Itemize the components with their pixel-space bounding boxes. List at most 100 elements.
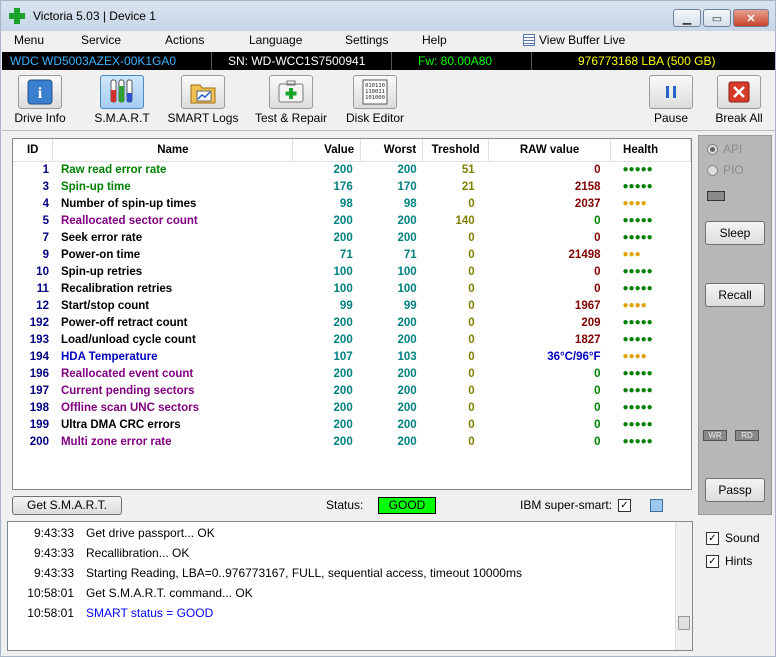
info-icon: i xyxy=(18,75,62,109)
sleep-button[interactable]: Sleep xyxy=(705,221,765,245)
col-header-threshold[interactable]: Treshold xyxy=(422,139,490,162)
attr-worst: 200 xyxy=(397,333,417,346)
attr-raw-value: 209 xyxy=(581,316,601,329)
log-time: 10:58:01 xyxy=(27,606,74,620)
attr-value: 200 xyxy=(333,418,353,431)
hints-checkbox[interactable]: ✓ xyxy=(706,554,719,568)
attr-value: 200 xyxy=(333,333,353,346)
scrollbar-thumb[interactable] xyxy=(678,616,690,630)
table-row[interactable]: 194 HDA Temperature 107 103 0 36°C/96°F ●●●● xyxy=(13,348,691,365)
table-row[interactable]: 5 Reallocated sector count 200 200 140 0 ●●●●● xyxy=(13,212,691,229)
attr-health: ●●●●● xyxy=(622,385,653,396)
attr-raw-value: 2037 xyxy=(574,197,601,210)
status-bar: Get S.M.A.R.T. Status: GOOD IBM super-sm… xyxy=(12,494,692,516)
attr-worst: 200 xyxy=(397,435,417,448)
menu-language[interactable]: Language xyxy=(249,33,302,47)
table-row[interactable]: 10 Spin-up retries 100 100 0 0 ●●●●● xyxy=(13,263,691,280)
attr-value: 200 xyxy=(333,214,353,227)
recall-button[interactable]: Recall xyxy=(705,283,765,307)
passp-button[interactable]: Passp xyxy=(705,478,765,502)
menu-service[interactable]: Service xyxy=(81,33,121,47)
attr-value: 200 xyxy=(333,316,353,329)
attr-name: Seek error rate xyxy=(60,231,143,244)
col-header-value[interactable]: Value xyxy=(292,139,362,162)
table-row[interactable]: 7 Seek error rate 200 200 0 0 ●●●●● xyxy=(13,229,691,246)
attr-health: ●●●●● xyxy=(622,164,653,176)
sound-checkbox[interactable]: ✓ xyxy=(706,531,719,545)
table-row[interactable]: 196 Reallocated event count 200 200 0 0 ●●●●● xyxy=(13,365,691,382)
pio-label: PIO xyxy=(723,163,744,177)
table-row[interactable]: 199 Ultra DMA CRC errors 200 200 0 0 ●●●●● xyxy=(13,416,691,433)
table-row[interactable]: 200 Multi zone error rate 200 200 0 0 ●●●●● xyxy=(13,433,691,450)
maximize-button[interactable]: ▭ xyxy=(703,9,731,27)
attr-threshold: 0 xyxy=(468,435,475,448)
col-header-health[interactable]: Health xyxy=(610,139,691,162)
attr-raw-value: 1827 xyxy=(574,333,601,346)
attr-worst: 99 xyxy=(403,299,417,312)
table-row[interactable]: 192 Power-off retract count 200 200 0 209 ●●●●… xyxy=(13,314,691,331)
close-button[interactable]: ✕ xyxy=(733,9,769,27)
api-radio[interactable]: API xyxy=(707,142,742,156)
color-indicator-icon[interactable] xyxy=(650,498,663,512)
col-header-id[interactable]: ID xyxy=(13,139,54,162)
table-row[interactable]: 4 Number of spin-up times 98 98 0 2037 ●●●● xyxy=(13,195,691,212)
attr-value: 200 xyxy=(333,163,353,176)
menu-actions[interactable]: Actions xyxy=(165,33,204,47)
table-row[interactable]: 1 Raw read error rate 200 200 51 0 ●●●●● xyxy=(13,161,691,178)
pause-label: Pause xyxy=(653,111,689,125)
ibm-super-smart-checkbox[interactable]: ✓ xyxy=(618,498,631,512)
attr-raw-value: 0 xyxy=(594,231,601,244)
attr-id: 197 xyxy=(29,384,49,397)
attr-value: 200 xyxy=(333,401,353,414)
attr-worst: 200 xyxy=(397,163,417,176)
menu-settings[interactable]: Settings xyxy=(345,33,388,47)
minimize-button[interactable]: ▁ xyxy=(673,9,701,27)
col-header-name[interactable]: Name xyxy=(52,139,294,162)
attr-id: 194 xyxy=(29,350,49,363)
attr-health: ●●●●● xyxy=(622,232,653,243)
smart-logs-button[interactable]: SMART Logs xyxy=(166,75,240,125)
smart-tab-button[interactable]: S.M.A.R.T xyxy=(92,75,152,125)
pio-radio[interactable]: PIO xyxy=(707,163,744,177)
attr-name: Multi zone error rate xyxy=(60,435,172,448)
table-row[interactable]: 198 Offline scan UNC sectors 200 200 0 0 ●●●●● xyxy=(13,399,691,416)
svg-text:i: i xyxy=(38,85,43,102)
get-smart-button[interactable]: Get S.M.A.R.T. xyxy=(12,495,122,515)
table-row[interactable]: 3 Spin-up time 176 170 21 2158 ●●●●● xyxy=(13,178,691,195)
break-all-button[interactable]: Break All xyxy=(712,75,766,125)
view-buffer-live[interactable]: View Buffer Live xyxy=(523,33,625,47)
app-window: Victoria 5.03 | Device 1 ▁ ▭ ✕ Menu Serv… xyxy=(0,0,776,657)
table-row[interactable]: 197 Current pending sectors 200 200 0 0 ●●●●● xyxy=(13,382,691,399)
attr-raw-value: 0 xyxy=(594,401,601,414)
test-repair-button[interactable]: Test & Repair xyxy=(252,75,330,125)
hints-option[interactable]: ✓ Hints xyxy=(706,554,752,568)
attr-value: 200 xyxy=(333,367,353,380)
attr-value: 100 xyxy=(333,265,353,278)
pause-button[interactable]: Pause xyxy=(648,75,694,125)
log-scrollbar[interactable] xyxy=(675,522,692,650)
menu-menu[interactable]: Menu xyxy=(14,33,44,47)
table-row[interactable]: 12 Start/stop count 99 99 0 1967 ●●●● xyxy=(13,297,691,314)
attr-worst: 200 xyxy=(397,231,417,244)
smart-table-panel: ID Name Value Worst Treshold RAW value H… xyxy=(12,138,692,490)
col-header-worst[interactable]: Worst xyxy=(360,139,424,162)
window-controls: ▁ ▭ ✕ xyxy=(673,9,769,27)
table-row[interactable]: 11 Recalibration retries 100 100 0 0 ●●●●● xyxy=(13,280,691,297)
attr-threshold: 0 xyxy=(468,384,475,397)
menu-help[interactable]: Help xyxy=(422,33,447,47)
attr-id: 192 xyxy=(29,316,49,329)
attr-threshold: 0 xyxy=(468,282,475,295)
api-label: API xyxy=(723,142,743,156)
table-row[interactable]: 9 Power-on time 71 71 0 21498 ●●● xyxy=(13,246,691,263)
attr-name: Spin-up time xyxy=(60,180,131,193)
attr-id: 12 xyxy=(36,299,49,312)
col-header-raw[interactable]: RAW value xyxy=(488,139,612,162)
drive-info-button[interactable]: i Drive Info xyxy=(12,75,68,125)
sound-option[interactable]: ✓ Sound xyxy=(706,531,760,545)
attr-threshold: 0 xyxy=(468,231,475,244)
table-row[interactable]: 193 Load/unload cycle count 200 200 0 1827 ●●●… xyxy=(13,331,691,348)
attr-worst: 200 xyxy=(397,214,417,227)
attr-id: 200 xyxy=(29,435,49,448)
hints-label: Hints xyxy=(725,554,753,568)
disk-editor-button[interactable]: 010110 110011 101000 Disk Editor xyxy=(344,75,406,125)
